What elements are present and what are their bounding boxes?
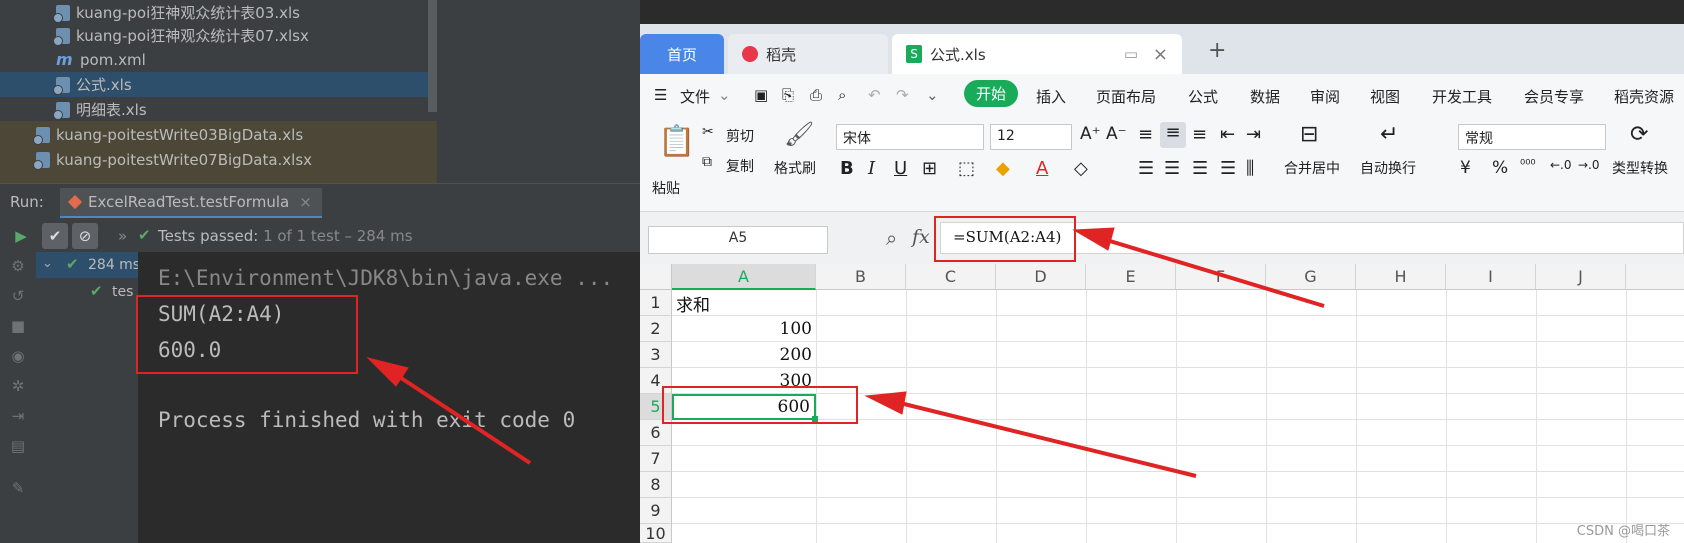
- arrow-console: [390, 370, 532, 465]
- arrow-head: [366, 357, 409, 387]
- arrow-formula: [1099, 236, 1325, 308]
- annotation-arrows: [366, 227, 1325, 478]
- arrow-cell: [895, 400, 1197, 478]
- arrow-head: [864, 391, 907, 415]
- arrow-head: [1072, 227, 1115, 251]
